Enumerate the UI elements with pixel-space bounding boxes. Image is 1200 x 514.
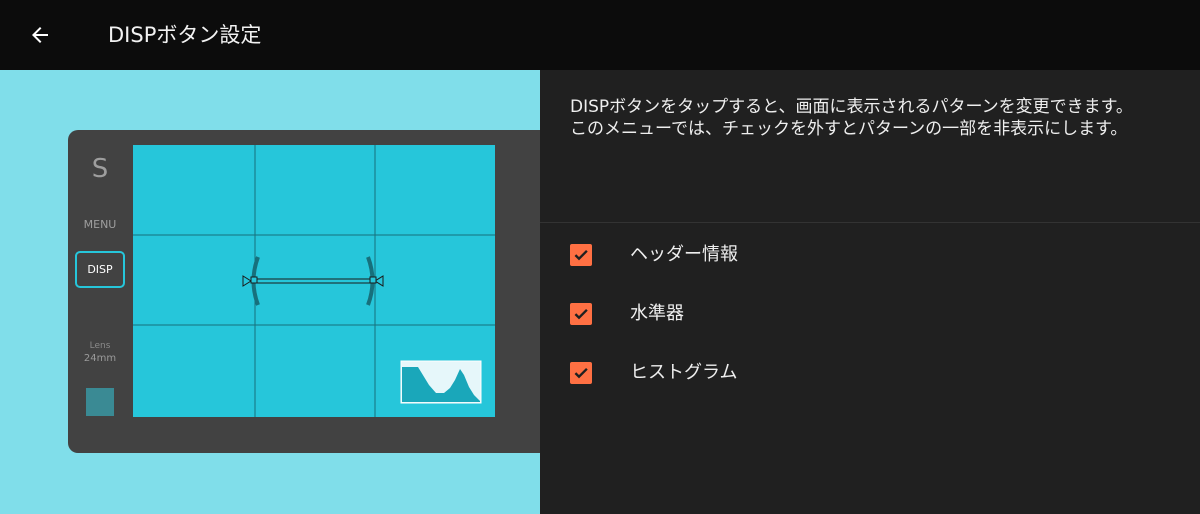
description-line-2: このメニューでは、チェックを外すとパターンの一部を非表示にします。 — [570, 119, 1128, 139]
camera-disp-button: DISP — [75, 251, 125, 288]
option-level[interactable]: 水準器 — [540, 286, 1200, 342]
divider — [540, 222, 1200, 223]
camera-mockup: S MENU DISP Lens 24mm — [68, 130, 540, 453]
page-title: DISPボタン設定 — [108, 23, 262, 47]
checkbox-histogram[interactable] — [570, 362, 592, 384]
check-icon — [574, 309, 588, 320]
level-indicator — [242, 256, 384, 306]
description: DISPボタンをタップすると、画面に表示されるパターンを変更できます。 このメニ… — [570, 96, 1180, 140]
arrow-left-icon — [32, 27, 48, 43]
checkbox-header-info[interactable] — [570, 244, 592, 266]
check-icon — [574, 250, 588, 261]
back-button[interactable] — [22, 17, 58, 53]
option-label-level: 水準器 — [630, 303, 684, 324]
camera-side-panel: S MENU DISP Lens 24mm — [68, 130, 132, 453]
camera-overlay — [133, 145, 495, 417]
camera-screen — [133, 145, 495, 417]
settings-panel: DISPボタンをタップすると、画面に表示されるパターンを変更できます。 このメニ… — [540, 70, 1200, 514]
option-label-histogram: ヒストグラム — [630, 362, 738, 383]
description-line-1: DISPボタンをタップすると、画面に表示されるパターンを変更できます。 — [570, 97, 1133, 117]
check-icon — [574, 368, 588, 379]
option-label-header-info: ヘッダー情報 — [630, 244, 738, 265]
camera-menu-label: MENU — [83, 218, 117, 231]
display-preview: S MENU DISP Lens 24mm — [0, 70, 540, 514]
camera-disp-label: DISP — [87, 263, 113, 276]
camera-lens-value: 24mm — [83, 353, 117, 364]
checkbox-level[interactable] — [570, 303, 592, 325]
histogram-widget — [400, 360, 482, 404]
app-bar: DISPボタン設定 — [0, 0, 1200, 70]
camera-mode-label: S — [91, 154, 109, 184]
option-histogram[interactable]: ヒストグラム — [540, 345, 1200, 401]
option-header-info[interactable]: ヘッダー情報 — [540, 227, 1200, 283]
camera-thumbnail — [86, 388, 114, 416]
camera-lens-label: Lens — [89, 341, 111, 351]
